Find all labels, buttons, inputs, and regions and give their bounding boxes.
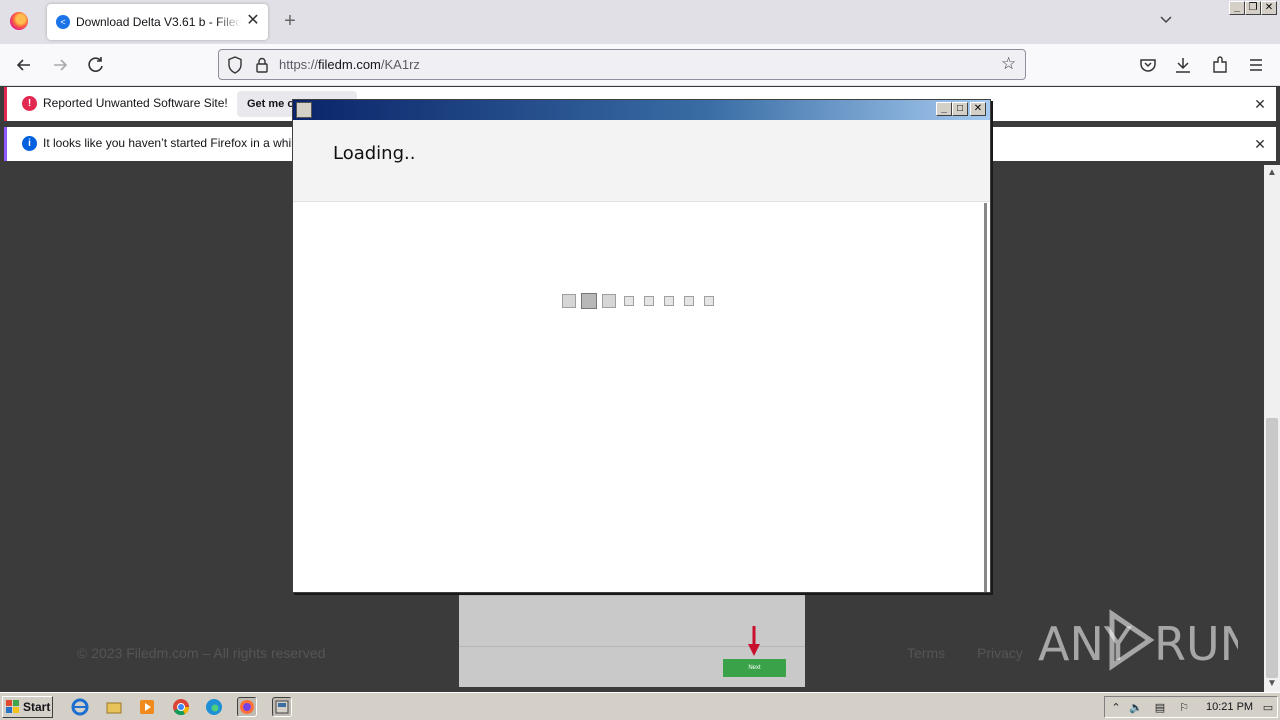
browser-tab[interactable]: < Download Delta V3.61 b - Filedm.com ✕ [47,4,268,40]
network-icon[interactable]: ▤ [1153,701,1167,715]
installer-app-icon [296,102,312,118]
internet-explorer-icon[interactable] [70,697,90,717]
action-center-flag-icon[interactable]: ⚐ [1177,701,1191,715]
svg-text:RUN: RUN [1154,617,1238,671]
dialog-minimize-button[interactable]: _ [936,102,952,116]
chrome-icon[interactable] [171,697,191,717]
preview-next-button[interactable]: Next [723,659,786,677]
dialog-body [293,203,987,592]
shield-icon[interactable] [227,56,243,74]
terms-link[interactable]: Terms [907,645,945,661]
close-notification-icon[interactable]: ✕ [1250,94,1270,114]
show-hidden-icons-icon[interactable]: ⌃ [1109,701,1123,715]
close-window-button[interactable]: ✕ [1261,1,1277,15]
loading-square [581,293,597,309]
dialog-titlebar[interactable]: _ □ ✕ [293,100,990,120]
loading-square [684,296,694,306]
loading-indicator [561,293,721,313]
edge-icon[interactable] [204,697,224,717]
share-icon: < [56,15,70,29]
start-button[interactable]: Start [2,696,53,718]
info-icon: i [22,136,37,151]
new-tab-button[interactable]: + [280,10,300,32]
extensions-icon[interactable] [1208,53,1232,77]
close-notification-icon[interactable]: ✕ [1250,134,1270,154]
installer-taskbar-icon[interactable] [272,697,292,717]
reload-icon[interactable] [84,53,108,77]
url-bar[interactable]: https://filedm.com/KA1rz ☆ [218,49,1026,80]
loading-square [624,296,634,306]
back-arrow-icon[interactable] [12,53,36,77]
pocket-icon[interactable] [1136,53,1160,77]
file-explorer-icon[interactable] [104,697,124,717]
bookmark-star-icon[interactable]: ☆ [1001,55,1019,73]
privacy-link[interactable]: Privacy [977,645,1023,661]
installer-preview: Next [459,595,805,687]
navigation-bar: https://filedm.com/KA1rz ☆ [0,44,1280,86]
windows-logo-icon [6,700,19,713]
media-player-icon[interactable] [137,697,157,717]
dialog-close-button[interactable]: ✕ [970,102,986,116]
url-text[interactable]: https://filedm.com/KA1rz [279,57,420,72]
volume-icon[interactable]: 🔈 [1129,701,1143,715]
loading-square [644,296,654,306]
scroll-up-icon[interactable]: ▲ [1264,165,1280,181]
tab-title: Download Delta V3.61 b - Filedm.com [76,15,241,29]
start-label: Start [23,700,51,714]
lock-icon[interactable] [255,57,269,73]
minimize-window-button[interactable]: _ [1229,1,1245,15]
clock: 10:21 PM [1206,701,1254,713]
forward-arrow-icon[interactable] [48,53,72,77]
dialog-header: Loading.. [293,120,990,202]
scroll-down-icon[interactable]: ▼ [1264,676,1280,692]
download-icon[interactable] [1171,53,1195,77]
scroll-thumb[interactable] [1266,418,1278,678]
warning-icon: ! [22,96,37,111]
loading-square [704,296,714,306]
loading-square [562,294,576,308]
menu-icon[interactable] [1244,53,1268,77]
loading-heading: Loading.. [333,143,416,164]
red-arrow-icon [748,626,760,656]
loading-square [664,296,674,306]
firefox-taskbar-icon[interactable] [237,697,257,717]
installer-dialog: _ □ ✕ Loading.. [292,99,991,593]
anyrun-watermark-logo: ANY RUN [1038,609,1238,671]
close-tab-icon[interactable]: ✕ [245,12,261,30]
taskbar: Start ⌃ 🔈 ▤ ⚐ 10:21 PM ▭ [0,692,1280,720]
firefox-logo-icon[interactable] [10,12,28,30]
system-tray: ⌃ 🔈 ▤ ⚐ 10:21 PM ▭ [1104,696,1278,718]
dialog-maximize-button[interactable]: □ [952,102,968,116]
page-scrollbar[interactable]: ▲ ▼ [1264,165,1280,692]
tab-strip: < Download Delta V3.61 b - Filedm.com ✕ … [0,0,1280,44]
show-desktop-icon[interactable]: ▭ [1261,701,1275,715]
notification-text: Reported Unwanted Software Site! [43,96,228,110]
chevron-down-icon[interactable] [1157,12,1175,30]
copyright-text: © 2023 Filedm.com – All rights reserved [77,645,326,661]
loading-square [602,294,616,308]
restore-window-button[interactable]: ❐ [1245,1,1261,15]
